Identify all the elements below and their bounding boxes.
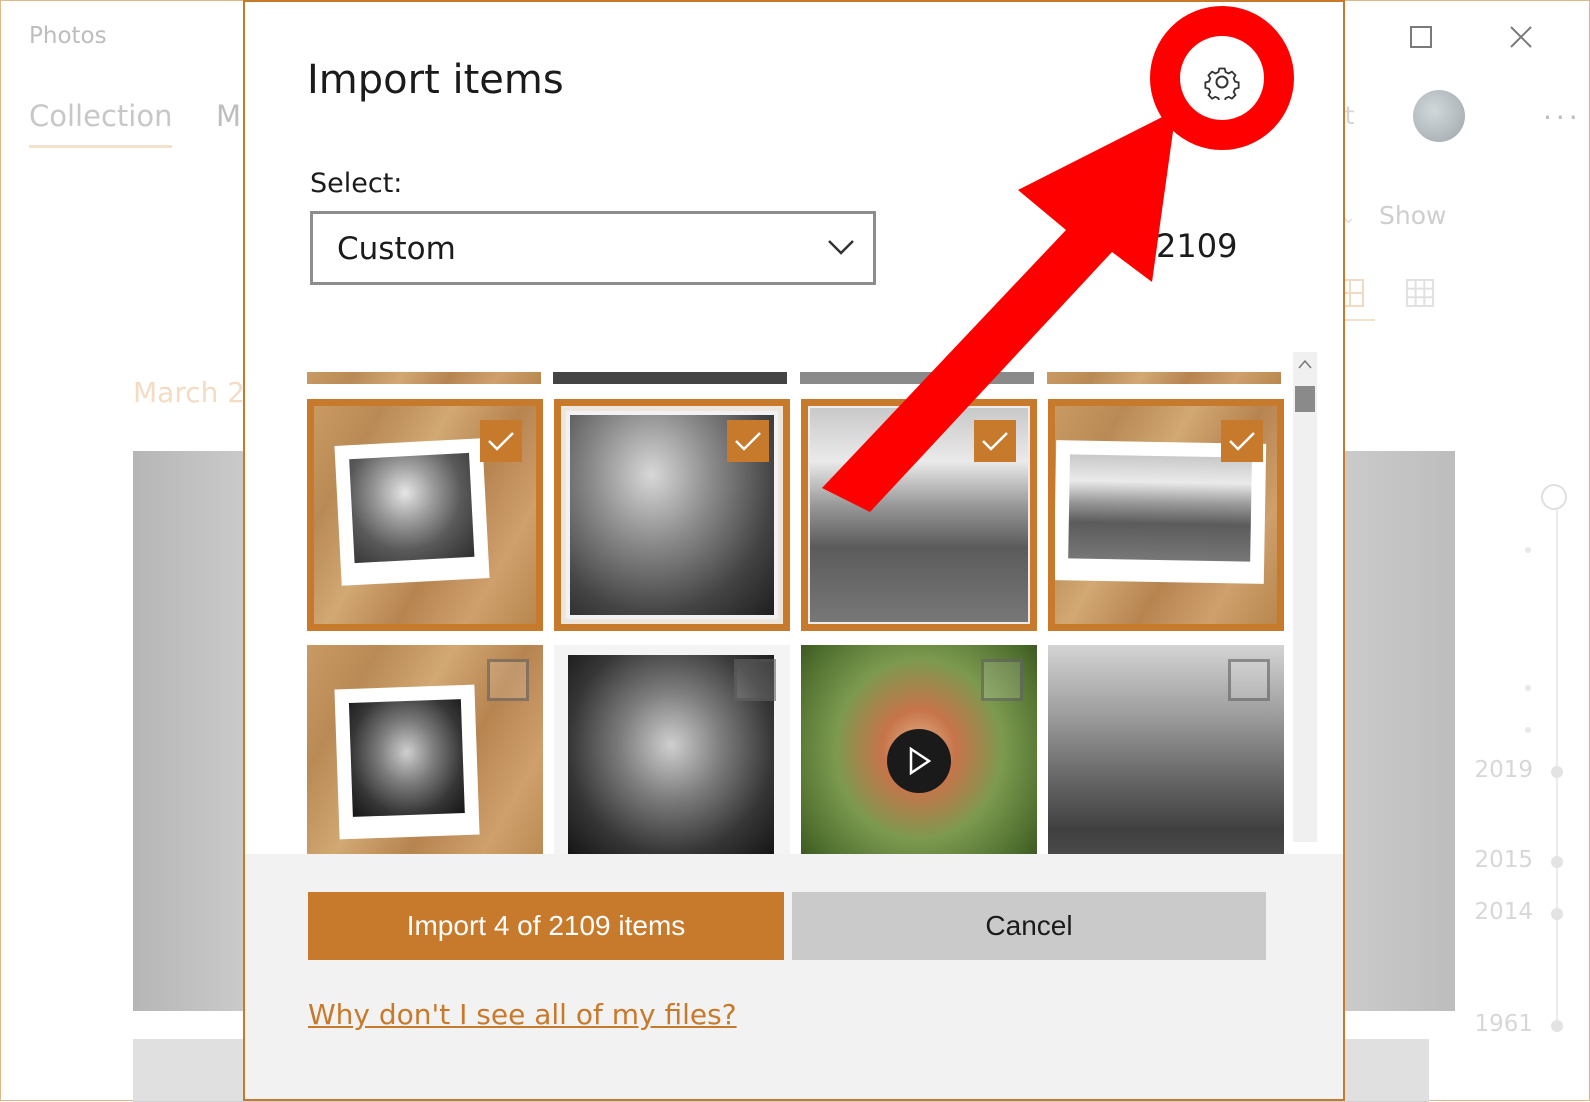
import-button[interactable]: Import 4 of 2109 items [308,892,784,960]
photo-tile[interactable] [801,399,1037,631]
photo-grid [307,367,1313,854]
photo-tile-partial[interactable] [307,372,541,384]
checkbox-unchecked[interactable] [1228,659,1270,701]
scroll-up-icon[interactable] [1293,352,1317,376]
video-tile[interactable] [801,645,1037,854]
photo-tile[interactable] [1048,645,1284,854]
checkbox-unchecked[interactable] [981,659,1023,701]
photo-tile[interactable] [1048,399,1284,631]
photo-tile-partial[interactable] [553,372,787,384]
help-link[interactable]: Why don't I see all of my files? [308,998,737,1031]
select-value: Custom [337,231,456,267]
play-icon[interactable] [887,729,951,793]
photo-tile[interactable] [307,645,543,854]
photo-tile[interactable] [554,645,790,854]
scrollbar-thumb[interactable] [1295,386,1315,412]
scrollbar[interactable] [1293,352,1317,842]
cancel-button[interactable]: Cancel [792,892,1266,960]
photo-tile-partial[interactable] [1047,372,1281,384]
select-label: Select: [310,168,403,199]
checkbox-unchecked[interactable] [734,659,776,701]
photo-tile-partial[interactable] [800,372,1034,384]
photo-tile[interactable] [307,399,543,631]
checkbox-checked[interactable] [727,420,769,462]
checkbox-unchecked[interactable] [487,659,529,701]
gear-icon[interactable] [1200,60,1244,104]
chevron-down-icon [827,236,855,262]
import-dialog: Import items Select: Custom of 2109 Impo… [243,0,1345,1101]
dialog-title: Import items [307,57,564,103]
photo-tile[interactable] [554,399,790,631]
dialog-footer: Import 4 of 2109 items Cancel Why don't … [245,854,1343,1099]
selection-count: of 2109 [1115,227,1238,265]
checkbox-checked[interactable] [480,420,522,462]
checkbox-checked[interactable] [974,420,1016,462]
select-dropdown[interactable]: Custom [310,211,876,285]
checkbox-checked[interactable] [1221,420,1263,462]
